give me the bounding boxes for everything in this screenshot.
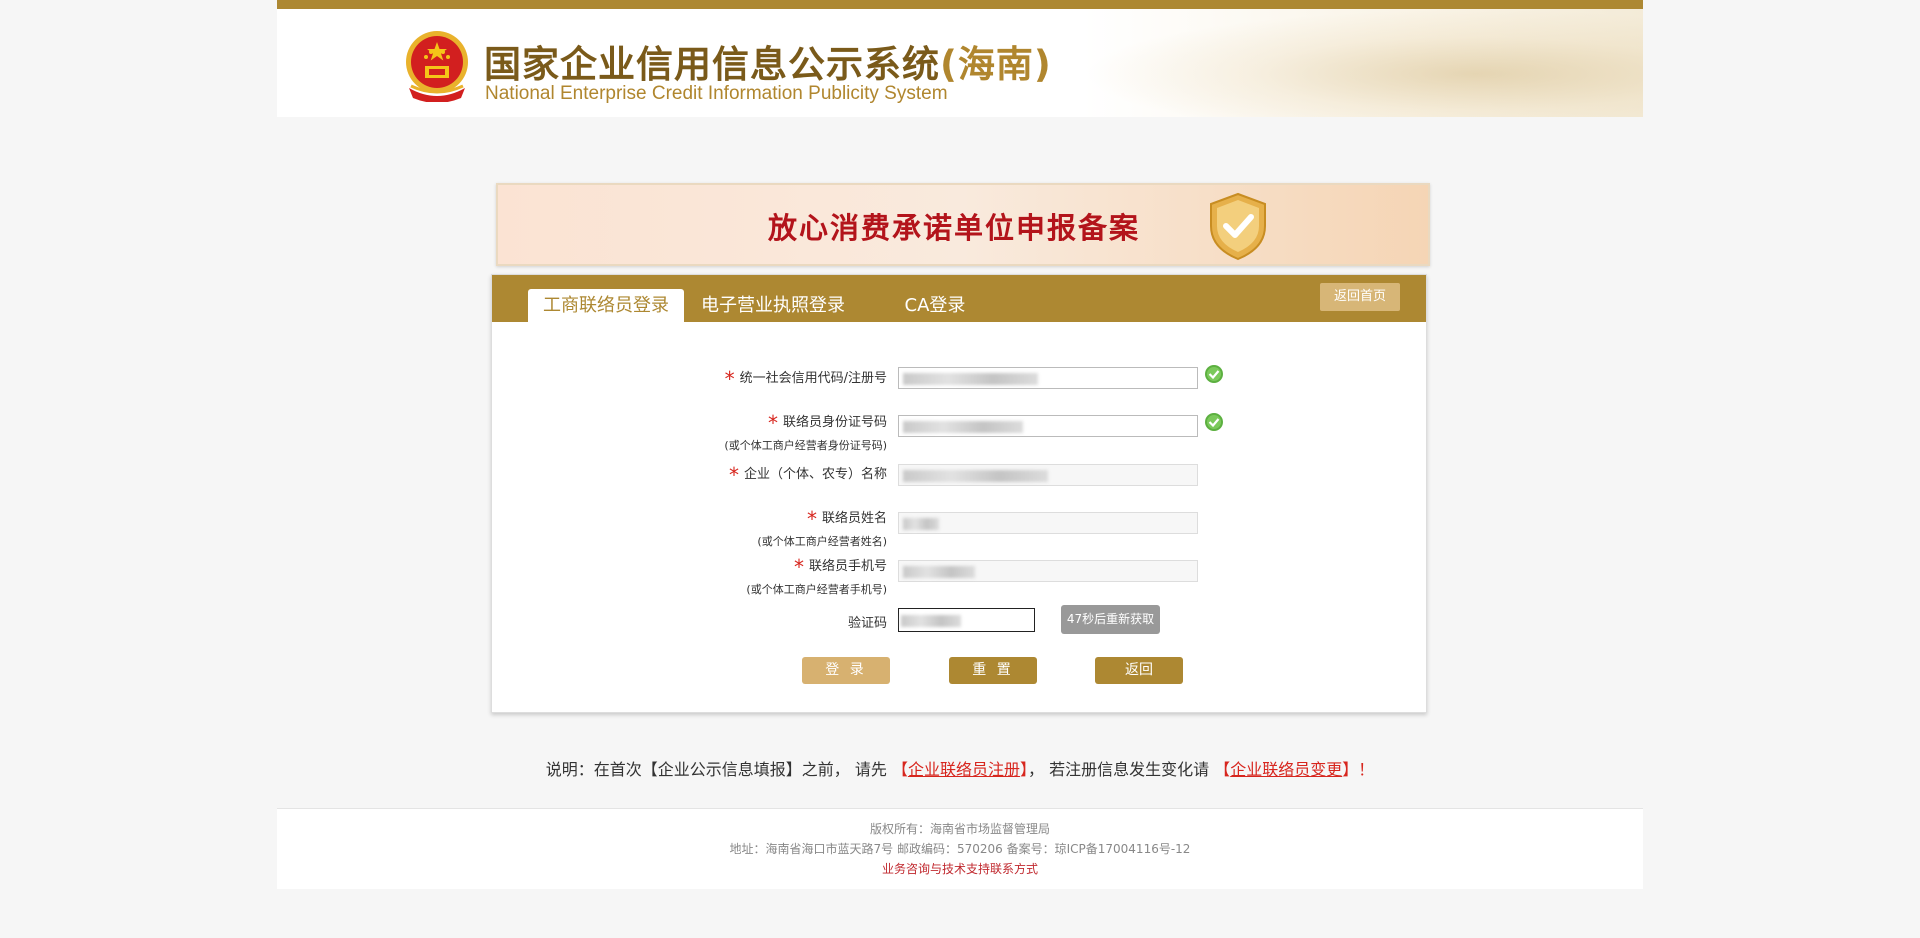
filing-banner: 放心消费承诺单位申报备案	[496, 183, 1430, 266]
notice-middle: ， 若注册信息发生变化请	[1027, 760, 1210, 779]
change-link[interactable]: 【企业联络员变更】	[1214, 760, 1358, 779]
shield-check-icon	[1210, 192, 1266, 261]
required-mark: *	[793, 555, 804, 579]
footer-address: 地址：海南省海口市蓝天路7号 邮政编码：570206 备案号：琼ICP备1700…	[729, 842, 1191, 856]
tab-ca-login[interactable]: CA登录	[890, 289, 980, 322]
back-button[interactable]: 返回	[1095, 657, 1183, 684]
login-panel: 工商联络员登录 电子营业执照登录 CA登录 返回首页 * 统一社会信用代码/注册号…	[491, 274, 1427, 713]
required-mark: *	[767, 411, 778, 435]
site-subtitle: National Enterprise Credit Information P…	[485, 83, 948, 104]
id-number-note: (或个体工商户经营者身份证号码)	[724, 439, 887, 452]
top-bar	[277, 0, 1643, 9]
contact-name-note: (或个体工商户经营者姓名)	[757, 535, 887, 548]
page: 国家企业信用信息公示系统(海南) National Enterprise Cre…	[277, 0, 1643, 889]
national-emblem-icon	[406, 31, 468, 102]
captcha-input[interactable]	[898, 608, 1035, 632]
login-tabs: 工商联络员登录 电子营业执照登录 CA登录 返回首页	[492, 275, 1426, 322]
company-name-label: * 企业（个体、农专）名称	[728, 463, 887, 487]
green-check-icon	[1205, 365, 1223, 383]
credit-code-input[interactable]	[898, 367, 1198, 389]
required-mark: *	[728, 463, 739, 487]
register-link[interactable]: 【企业联络员注册】	[892, 760, 1028, 779]
credit-code-label: * 统一社会信用代码/注册号	[724, 367, 887, 391]
site-header: 国家企业信用信息公示系统(海南) National Enterprise Cre…	[277, 9, 1643, 117]
mobile-label: * 联络员手机号 (或个体工商户经营者手机号)	[746, 555, 887, 596]
mobile-note: (或个体工商户经营者手机号)	[746, 583, 887, 596]
contact-name-input[interactable]	[898, 512, 1198, 534]
banner-title: 放心消费承诺单位申报备案	[768, 211, 1141, 245]
site-title-region: (海南)	[940, 43, 1052, 86]
captcha-label: 验证码	[847, 616, 887, 631]
notice-prefix: 说明：在首次【企业公示信息填报】之前， 请先	[545, 760, 887, 779]
notice-text: 说明：在首次【企业公示信息填报】之前， 请先 【企业联络员注册】， 若注册信息发…	[277, 756, 1643, 780]
id-number-label: * 联络员身份证号码 (或个体工商户经营者身份证号码)	[724, 411, 887, 452]
tab-e-license-login[interactable]: 电子营业执照登录	[698, 289, 848, 322]
reset-button[interactable]: 重 置	[949, 657, 1037, 684]
tab-liaison-login[interactable]: 工商联络员登录	[528, 289, 684, 322]
site-footer: 版权所有：海南省市场监督管理局 地址：海南省海口市蓝天路7号 邮政编码：5702…	[277, 808, 1643, 889]
green-check-icon	[1205, 413, 1223, 431]
contact-name-label: * 联络员姓名 (或个体工商户经营者姓名)	[757, 507, 887, 548]
mobile-input[interactable]	[898, 560, 1198, 582]
required-mark: *	[724, 367, 735, 391]
footer-contact-link[interactable]: 业务咨询与技术支持联系方式	[277, 859, 1643, 879]
footer-copyright: 版权所有：海南省市场监督管理局	[869, 822, 1050, 836]
required-mark: *	[806, 507, 817, 531]
login-button[interactable]: 登 录	[802, 657, 890, 684]
id-number-input[interactable]	[898, 415, 1198, 437]
notice-suffix: ！	[1358, 760, 1375, 779]
company-name-input[interactable]	[898, 464, 1198, 486]
header-mountain-background	[1083, 9, 1643, 117]
sms-resend-button[interactable]: 47秒后重新获取	[1061, 605, 1160, 634]
back-home-button[interactable]: 返回首页	[1320, 283, 1400, 311]
site-title: 国家企业信用信息公示系统(海南)	[484, 43, 1052, 86]
